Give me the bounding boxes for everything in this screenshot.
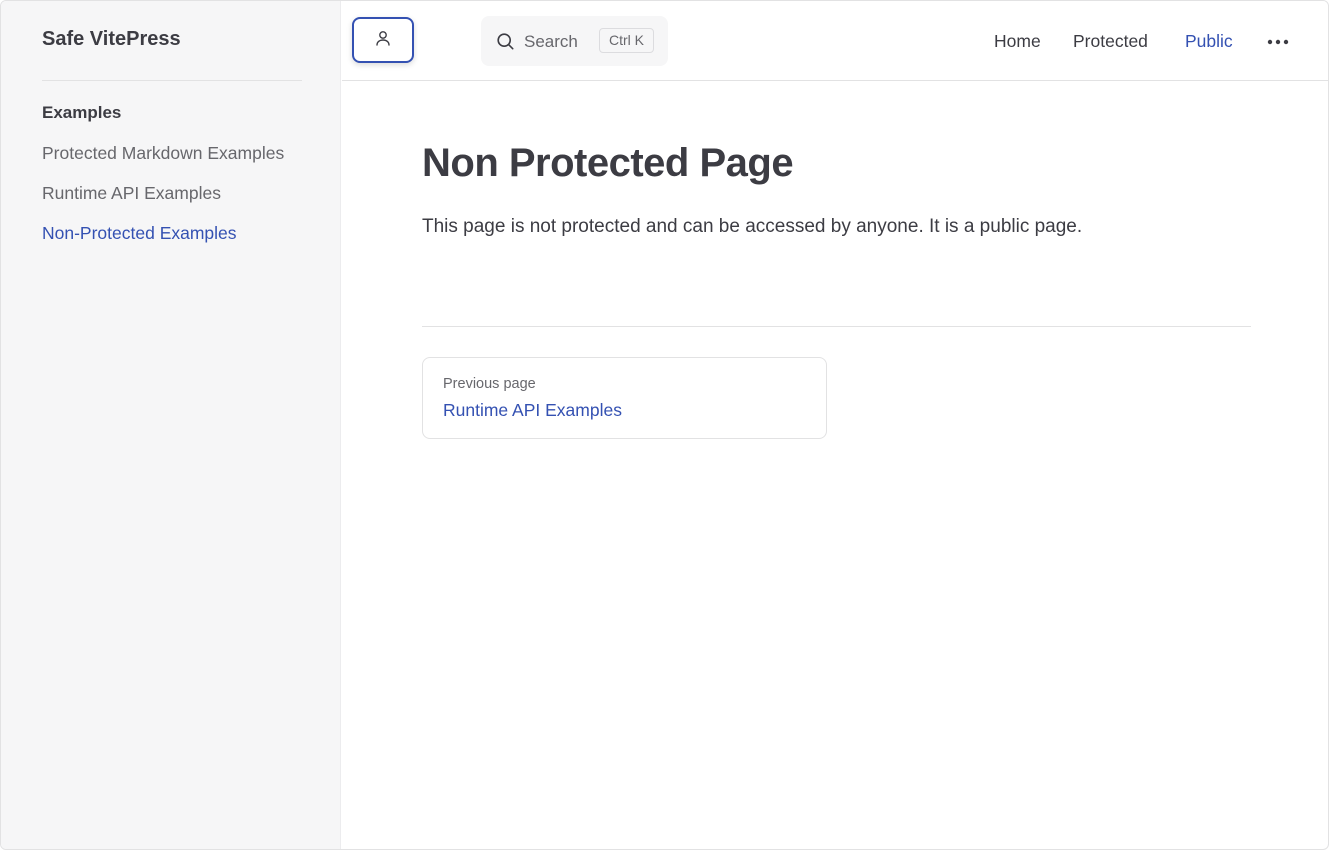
app-window: Safe VitePress Examples Protected Markdo… (0, 0, 1329, 850)
search-icon (496, 32, 515, 56)
nav-public[interactable]: Public (1185, 31, 1233, 52)
previous-page-title: Runtime API Examples (443, 400, 622, 420)
sidebar-divider (42, 80, 302, 81)
sidebar-item-non-protected-examples[interactable]: Non-Protected Examples (42, 223, 237, 244)
search-shortcut: Ctrl K (599, 28, 654, 53)
sidebar-item-runtime-api-examples[interactable]: Runtime API Examples (42, 183, 221, 204)
page-description: This page is not protected and can be ac… (422, 216, 1083, 237)
site-title[interactable]: Safe VitePress (42, 28, 181, 51)
sidebar-group-title: Examples (42, 103, 122, 122)
user-button[interactable] (352, 17, 414, 63)
nav-home[interactable]: Home (994, 31, 1041, 52)
sidebar-item-protected-markdown-examples[interactable]: Protected Markdown Examples (42, 143, 284, 164)
search-button[interactable]: Search Ctrl K (481, 16, 668, 66)
search-label: Search (524, 32, 578, 51)
more-button[interactable] (1267, 31, 1289, 51)
sidebar: Safe VitePress Examples Protected Markdo… (1, 1, 341, 849)
more-horizontal-icon (1267, 32, 1289, 50)
previous-page-label: Previous page (443, 376, 536, 392)
content-divider (422, 326, 1251, 327)
nav-protected[interactable]: Protected (1073, 31, 1148, 52)
top-navbar: Search Ctrl K Home Protected Public (342, 1, 1328, 81)
page-title: Non Protected Page (422, 141, 794, 185)
previous-page-link[interactable]: Previous page Runtime API Examples (422, 357, 827, 439)
user-icon (374, 29, 392, 52)
